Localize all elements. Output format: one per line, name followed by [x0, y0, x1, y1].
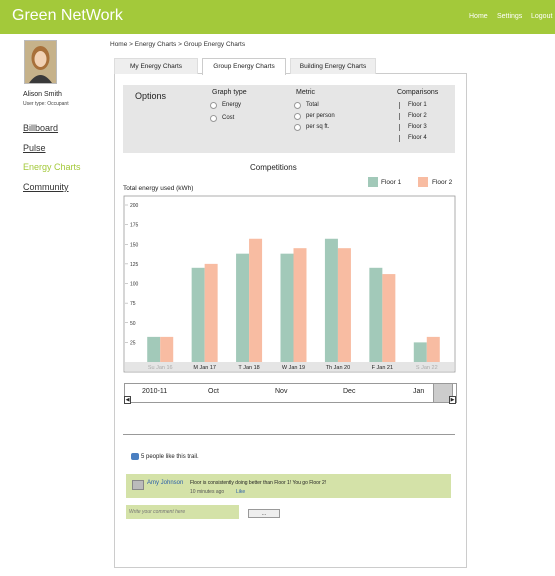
ytick-label: 100 [130, 282, 139, 288]
xtick-label: F Jan 21 [372, 365, 393, 371]
xtick-label: M Jan 17 [193, 365, 216, 371]
bar-floor-1 [369, 267, 383, 362]
ytick-label: 200 [130, 203, 139, 209]
ytick-label: 175 [130, 223, 139, 229]
bar-floor-2 [426, 336, 440, 362]
comment-text: Floor is consistently doing better than … [190, 480, 327, 486]
scroll-right-icon[interactable]: ▶ [449, 396, 456, 404]
xtick-label: S Jan 22 [416, 365, 438, 371]
timeline-dec: Dec [343, 388, 356, 395]
envelope-icon [132, 480, 144, 490]
ytick-label: 50 [130, 321, 136, 327]
comment-author[interactable]: Amy Johnson [147, 480, 183, 486]
thumbs-up-icon[interactable] [131, 453, 139, 460]
comment-time: 10 minutes ago [190, 489, 225, 495]
xtick-label: W Jan 19 [282, 365, 305, 371]
bar-floor-2 [293, 248, 307, 362]
scroll-left-icon[interactable]: ◀ [124, 396, 131, 404]
ytick-label: 75 [130, 301, 136, 307]
ytick-label: 125 [130, 262, 139, 268]
xtick-label: Su Jan 16 [148, 365, 173, 371]
timeline-year: 2010-11 [142, 388, 168, 395]
timeline-jan: Jan [413, 388, 425, 395]
likes-count: 5 people like this trail. [141, 454, 199, 460]
bar-floor-2 [382, 274, 396, 362]
bar-floor-1 [191, 267, 205, 362]
bar-floor-2 [160, 336, 174, 362]
bar-floor-1 [236, 253, 250, 362]
ytick-label: 150 [130, 242, 139, 248]
comment-like-link[interactable]: Like [236, 489, 245, 495]
comment-input[interactable] [126, 505, 239, 519]
bar-floor-2 [337, 248, 351, 362]
bar-floor-1 [147, 336, 161, 362]
timeline-oct: Oct [208, 388, 219, 395]
divider [123, 434, 455, 435]
timeline-nov: Nov [275, 388, 288, 395]
bar-floor-2 [249, 238, 263, 362]
ytick-label: 25 [130, 340, 136, 346]
timeline-scroller[interactable] [124, 383, 457, 403]
bar-floor-1 [324, 238, 338, 362]
comment-submit-button[interactable]: ... [248, 509, 280, 518]
xtick-label: T Jan 18 [238, 365, 259, 371]
comment-card [126, 474, 451, 498]
xtick-label: Th Jan 20 [326, 365, 350, 371]
bar-floor-2 [204, 263, 218, 362]
bar-floor-1 [280, 253, 294, 362]
bar-floor-1 [413, 342, 427, 362]
